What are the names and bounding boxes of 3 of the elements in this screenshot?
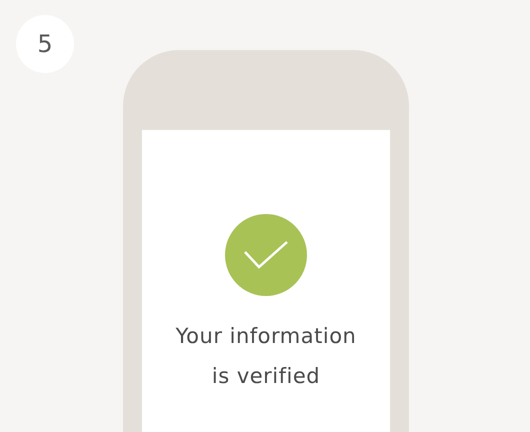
message-text: Your information	[176, 323, 356, 350]
step-number: 5	[16, 15, 74, 73]
message-text: is verified	[212, 363, 320, 390]
